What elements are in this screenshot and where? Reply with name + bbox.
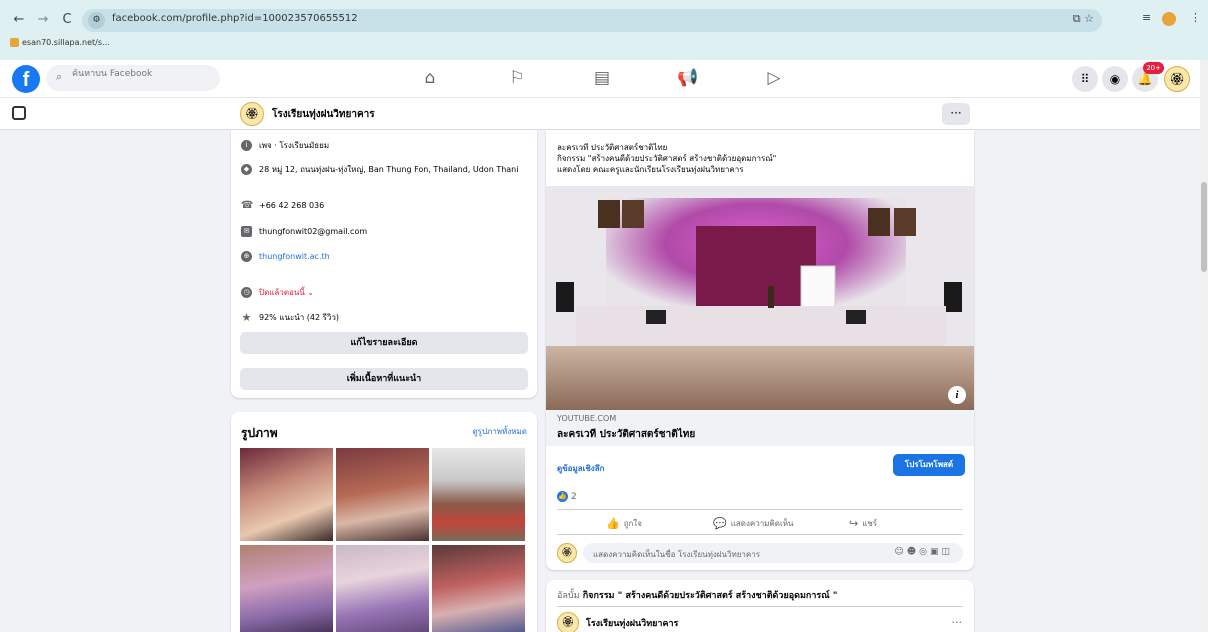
comment-button[interactable]: 💬 แสดงความคิดเห็น	[713, 517, 793, 530]
photo-thumbnail[interactable]	[336, 448, 429, 541]
divider	[557, 606, 963, 607]
flag-icon[interactable]: ⚐	[505, 68, 529, 88]
forward-arrow-icon[interactable]: →	[34, 12, 52, 27]
megaphone-icon[interactable]: 📢	[676, 68, 700, 88]
reaction-summary[interactable]: 👍 2	[557, 491, 577, 502]
photo-thumbnail[interactable]	[240, 448, 333, 541]
comment-bubble-icon: 💬	[713, 517, 727, 530]
comment-composer: 🏵 แสดงความคิดเห็นในชื่อ โรงเรียนทุ่งฝนวิ…	[557, 542, 963, 564]
messenger-icon[interactable]: ◉	[1102, 66, 1128, 92]
album-post-title[interactable]: อัลบั้ม กิจกรรม " สร้างคนดีด้วยประวัติศา…	[557, 588, 837, 602]
like-reaction-icon: 👍	[557, 491, 568, 502]
sidebar-toggle-icon[interactable]	[12, 106, 26, 120]
location-pin-icon: ◆	[241, 164, 252, 175]
stage-scene-image	[546, 186, 974, 410]
post-card: ละครเวที ประวัติศาสตร์ชาติไทย กิจกรรม "ส…	[546, 130, 974, 570]
comment-input[interactable]: แสดงความคิดเห็นในชื่อ โรงเรียนทุ่งฝนวิทย…	[583, 543, 963, 563]
bookmark-star-icon[interactable]: ⧉ ☆	[1073, 12, 1094, 26]
search-input[interactable]	[72, 69, 212, 79]
link-title[interactable]: ละครเวที ประวัติศาสตร์ชาติไทย	[557, 427, 695, 442]
photos-title: รูปภาพ	[241, 426, 278, 440]
scrollbar-thumb[interactable]	[1201, 182, 1207, 272]
like-button[interactable]: 👍 ถูกใจ	[606, 517, 642, 530]
thumbs-up-icon: 👍	[606, 517, 620, 530]
intro-card: i เพจ · โรงเรียนมัธยม ◆ 28 หมู่ 12, ถนนท…	[231, 130, 537, 398]
bookmark-favicon-icon	[10, 38, 19, 47]
photos-card: รูปภาพ ดูรูปภาพทั้งหมด	[231, 412, 537, 632]
page-header-bar: 🏵 โรงเรียนทุ่งฝนวิทยาคาร ···	[0, 98, 1200, 130]
author-name[interactable]: โรงเรียนทุ่งฝนวิทยาคาร	[586, 616, 678, 630]
browser-chrome: ← → C ⚙ facebook.com/profile.php?id=1000…	[0, 0, 1208, 60]
back-arrow-icon[interactable]: ←	[10, 12, 28, 27]
link-domain: YOUTUBE.COM	[557, 414, 617, 423]
home-icon[interactable]: ⌂	[418, 68, 442, 88]
author-avatar[interactable]: 🏵	[557, 612, 579, 632]
email-icon: ✉	[241, 226, 252, 237]
notifications-bell-icon[interactable]: 🔔 20+	[1132, 62, 1164, 92]
facebook-logo-icon[interactable]: f	[12, 65, 40, 93]
phone-icon: ☎	[241, 200, 254, 211]
menu-grid-icon[interactable]: ⠿	[1072, 66, 1098, 92]
photo-thumbnail[interactable]	[432, 545, 525, 632]
address-bar[interactable]: ⚙ facebook.com/profile.php?id=1000235706…	[82, 9, 1102, 32]
photo-thumbnail[interactable]	[336, 545, 429, 632]
clock-icon: ◷	[241, 287, 252, 298]
link-preview[interactable]: YOUTUBE.COM ละครเวที ประวัติศาสตร์ชาติไท…	[546, 410, 974, 446]
search-box[interactable]: ⌕	[46, 65, 220, 91]
page-avatar[interactable]: 🏵	[240, 102, 264, 126]
video-icon[interactable]: ▷	[762, 68, 786, 88]
site-info-icon[interactable]: ⚙	[88, 12, 105, 29]
more-options-button[interactable]: ···	[942, 103, 970, 125]
album-post-card: อัลบั้ม กิจกรรม " สร้างคนดีด้วยประวัติศา…	[546, 580, 974, 632]
divider	[557, 534, 963, 535]
bookmark-item[interactable]: esan70.sillapa.net/s...	[22, 38, 110, 47]
more-options-icon[interactable]: ···	[952, 616, 963, 629]
extension-icon[interactable]: ≡	[1142, 11, 1151, 24]
page-scrollbar[interactable]	[1200, 60, 1208, 632]
globe-icon: ⊕	[241, 251, 252, 262]
reload-icon[interactable]: C	[58, 12, 76, 27]
account-avatar[interactable]: 🏵	[1164, 66, 1190, 92]
menu-dots-icon[interactable]: ⋮	[1190, 11, 1201, 24]
profile-icon[interactable]	[1162, 12, 1176, 26]
post-text: ละครเวที ประวัติศาสตร์ชาติไทย กิจกรรม "ส…	[557, 143, 777, 174]
search-icon: ⌕	[56, 70, 63, 83]
info-icon: i	[241, 140, 252, 151]
info-icon[interactable]: i	[948, 386, 966, 404]
promote-post-button[interactable]: โปรโมทโพสต์	[893, 454, 965, 476]
notification-badge: 20+	[1143, 62, 1164, 74]
star-icon: ★	[241, 311, 252, 324]
add-featured-button[interactable]: เพิ่มเนื้อหาที่แนะนำ	[240, 368, 528, 390]
bookmark-bar: esan70.sillapa.net/s...	[10, 38, 110, 47]
photo-thumbnail[interactable]	[240, 545, 333, 632]
insights-icon[interactable]: ▤	[590, 68, 614, 88]
share-arrow-icon: ↪	[849, 517, 859, 530]
see-insights-link[interactable]: ดูข้อมูลเชิงลึก	[557, 462, 604, 475]
commenter-avatar[interactable]: 🏵	[557, 543, 577, 563]
page-name[interactable]: โรงเรียนทุ่งฝนวิทยาคาร	[272, 107, 375, 122]
comment-tools-icon[interactable]: ☺☻◎▣◫	[894, 547, 953, 557]
edit-details-button[interactable]: แก้ไขรายละเอียด	[240, 332, 528, 354]
share-button[interactable]: ↪ แชร์	[849, 517, 877, 530]
divider	[557, 509, 963, 510]
see-all-photos-link[interactable]: ดูรูปภาพทั้งหมด	[472, 425, 527, 438]
url-text[interactable]: facebook.com/profile.php?id=100023570655…	[112, 13, 358, 24]
address-row: ← → C ⚙ facebook.com/profile.php?id=1000…	[0, 8, 1208, 34]
photo-thumbnail[interactable]	[432, 448, 525, 541]
post-video-thumbnail[interactable]: i	[546, 186, 974, 410]
facebook-top-nav: f ⌕ ⌂ ⚐ ▤ 📢 ▷ ⠿ ◉ 🔔20+ 🏵	[0, 60, 1208, 98]
